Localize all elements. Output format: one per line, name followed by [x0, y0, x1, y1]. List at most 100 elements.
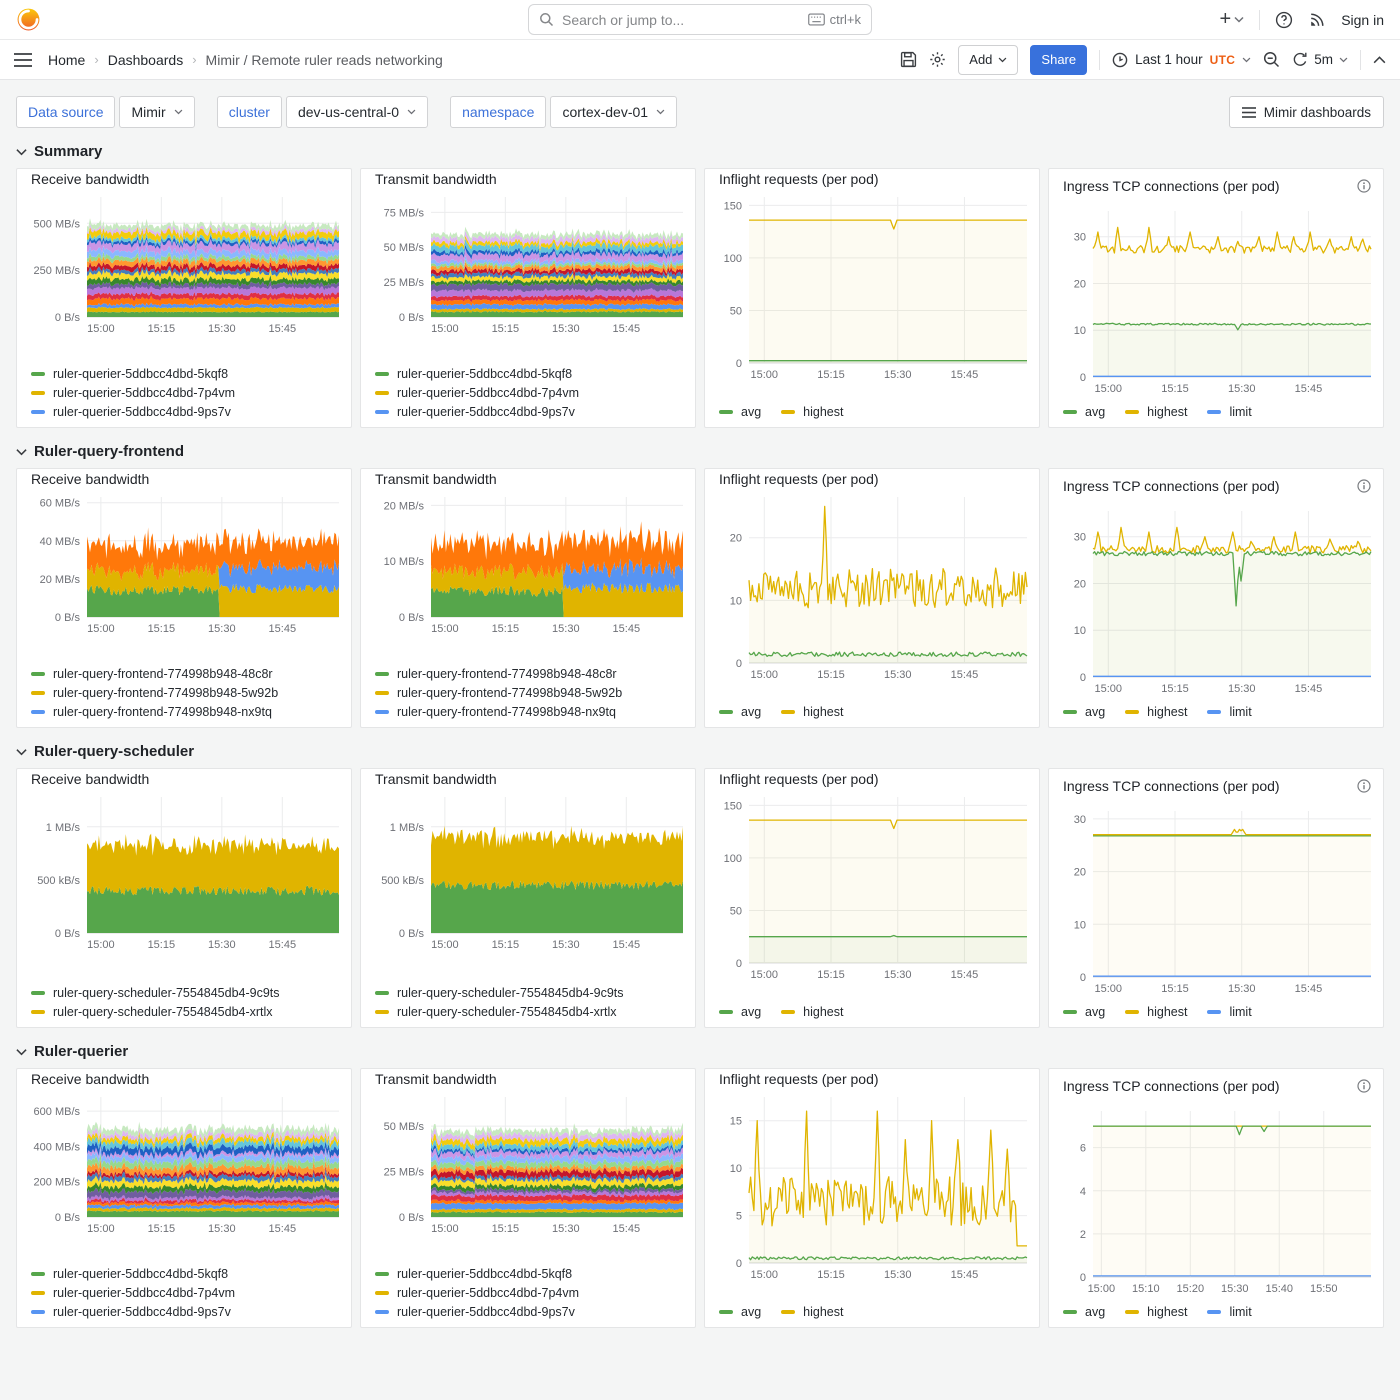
variable-value-dropdown[interactable]: Mimir [119, 96, 194, 128]
legend-item[interactable]: ruler-querier-5ddbcc4dbd-7p4vm [375, 1286, 681, 1300]
time-series-chart[interactable]: 0 B/s25 MB/s50 MB/s15:0015:1515:3015:45 [369, 1087, 689, 1237]
time-series-chart[interactable]: 024615:0015:1015:2015:3015:4015:50 [1057, 1101, 1377, 1297]
section-header-ruler-querier[interactable]: Ruler-querier [16, 1043, 1384, 1060]
legend-item[interactable]: limit [1207, 1305, 1251, 1319]
time-series-chart[interactable]: 010203015:0015:1515:3015:45 [1057, 801, 1377, 997]
breadcrumb-dashboards[interactable]: Dashboards [108, 52, 184, 68]
panel-title[interactable]: Transmit bandwidth [375, 171, 497, 187]
variable-label[interactable]: Data source [16, 96, 115, 128]
variable-value-dropdown[interactable]: dev-us-central-0 [286, 96, 428, 128]
legend-item[interactable]: ruler-querier-5ddbcc4dbd-9ps7v [31, 405, 337, 419]
time-series-chart[interactable]: 05101515:0015:1515:3015:45 [713, 1087, 1033, 1283]
time-series-chart[interactable]: 010203015:0015:1515:3015:45 [1057, 501, 1377, 697]
info-icon[interactable] [1357, 1079, 1371, 1093]
legend-item[interactable]: ruler-query-scheduler-7554845db4-xrtlx [375, 1005, 681, 1019]
time-series-chart[interactable]: 0 B/s250 MB/s500 MB/s15:0015:1515:3015:4… [25, 187, 345, 337]
legend-item[interactable]: avg [719, 405, 761, 419]
panel-title[interactable]: Inflight requests (per pod) [719, 171, 879, 187]
legend-item[interactable]: highest [1125, 405, 1187, 419]
time-series-chart[interactable]: 0 B/s200 MB/s400 MB/s600 MB/s15:0015:151… [25, 1087, 345, 1237]
legend-item[interactable]: ruler-query-frontend-774998b948-nx9tq [375, 705, 681, 719]
search-field[interactable] [562, 12, 800, 28]
time-range-picker[interactable]: Last 1 hour UTC [1112, 52, 1251, 68]
new-menu-button[interactable]: + [1220, 8, 1245, 31]
legend-item[interactable]: avg [1063, 405, 1105, 419]
variable-label[interactable]: cluster [217, 96, 282, 128]
legend-item[interactable]: ruler-querier-5ddbcc4dbd-5kqf8 [31, 367, 337, 381]
section-header-ruler-query-scheduler[interactable]: Ruler-query-scheduler [16, 743, 1384, 760]
save-dashboard-icon[interactable] [900, 51, 917, 68]
legend-item[interactable]: highest [781, 705, 843, 719]
legend-item[interactable]: ruler-querier-5ddbcc4dbd-7p4vm [31, 1286, 337, 1300]
help-icon[interactable] [1275, 11, 1293, 29]
legend-item[interactable]: highest [1125, 1305, 1187, 1319]
time-series-chart[interactable]: 0 B/s10 MB/s20 MB/s15:0015:1515:3015:45 [369, 487, 689, 637]
legend-item[interactable]: ruler-query-frontend-774998b948-48c8r [31, 667, 337, 681]
refresh-picker[interactable]: 5m [1292, 52, 1348, 68]
time-series-chart[interactable]: 0 B/s25 MB/s50 MB/s75 MB/s15:0015:1515:3… [369, 187, 689, 337]
legend-item[interactable]: ruler-query-scheduler-7554845db4-9c9ts [31, 986, 337, 1000]
legend-item[interactable]: highest [1125, 705, 1187, 719]
mega-menu-icon[interactable] [14, 53, 32, 67]
panel-title[interactable]: Inflight requests (per pod) [719, 771, 879, 787]
legend-item[interactable]: ruler-query-frontend-774998b948-48c8r [375, 667, 681, 681]
legend-item[interactable]: ruler-querier-5ddbcc4dbd-7p4vm [375, 386, 681, 400]
legend-item[interactable]: ruler-querier-5ddbcc4dbd-9ps7v [375, 1305, 681, 1319]
panel-title[interactable]: Inflight requests (per pod) [719, 471, 879, 487]
legend-item[interactable]: ruler-query-frontend-774998b948-5w92b [375, 686, 681, 700]
grafana-logo[interactable] [16, 7, 41, 32]
time-series-chart[interactable]: 0 B/s20 MB/s40 MB/s60 MB/s15:0015:1515:3… [25, 487, 345, 637]
section-header-summary[interactable]: Summary [16, 143, 1384, 160]
legend-item[interactable]: highest [781, 405, 843, 419]
news-icon[interactable] [1308, 11, 1326, 29]
collapse-toolbar-icon[interactable] [1373, 56, 1386, 64]
panel-title[interactable]: Receive bandwidth [31, 771, 149, 787]
panel-title[interactable]: Ingress TCP connections (per pod) [1063, 778, 1280, 794]
time-series-chart[interactable]: 0 B/s500 kB/s1 MB/s15:0015:1515:3015:45 [25, 787, 345, 953]
variable-label[interactable]: namespace [450, 96, 546, 128]
section-header-ruler-query-frontend[interactable]: Ruler-query-frontend [16, 443, 1384, 460]
panel-title[interactable]: Ingress TCP connections (per pod) [1063, 1078, 1280, 1094]
time-series-chart[interactable]: 05010015015:0015:1515:3015:45 [713, 187, 1033, 383]
legend-item[interactable]: avg [1063, 1005, 1105, 1019]
panel-title[interactable]: Receive bandwidth [31, 1071, 149, 1087]
info-icon[interactable] [1357, 179, 1371, 193]
panel-title[interactable]: Ingress TCP connections (per pod) [1063, 478, 1280, 494]
mimir-dashboards-button[interactable]: Mimir dashboards [1229, 96, 1384, 128]
legend-item[interactable]: ruler-querier-5ddbcc4dbd-5kqf8 [31, 1267, 337, 1281]
legend-item[interactable]: avg [719, 1005, 761, 1019]
sign-in-link[interactable]: Sign in [1341, 12, 1384, 28]
panel-title[interactable]: Ingress TCP connections (per pod) [1063, 178, 1280, 194]
time-series-chart[interactable]: 0102015:0015:1515:3015:45 [713, 487, 1033, 683]
legend-item[interactable]: avg [1063, 1305, 1105, 1319]
legend-item[interactable]: ruler-query-scheduler-7554845db4-xrtlx [31, 1005, 337, 1019]
legend-item[interactable]: ruler-query-frontend-774998b948-5w92b [31, 686, 337, 700]
zoom-out-time-icon[interactable] [1263, 51, 1280, 68]
panel-title[interactable]: Transmit bandwidth [375, 1071, 497, 1087]
time-series-chart[interactable]: 05010015015:0015:1515:3015:45 [713, 787, 1033, 983]
dashboard-settings-icon[interactable] [929, 51, 946, 68]
info-icon[interactable] [1357, 779, 1371, 793]
variable-value-dropdown[interactable]: cortex-dev-01 [550, 96, 677, 128]
panel-title[interactable]: Transmit bandwidth [375, 771, 497, 787]
legend-item[interactable]: ruler-query-scheduler-7554845db4-9c9ts [375, 986, 681, 1000]
legend-item[interactable]: highest [781, 1005, 843, 1019]
legend-item[interactable]: highest [781, 1305, 843, 1319]
search-input[interactable]: ctrl+k [528, 4, 872, 35]
legend-item[interactable]: ruler-querier-5ddbcc4dbd-9ps7v [31, 1305, 337, 1319]
panel-title[interactable]: Inflight requests (per pod) [719, 1071, 879, 1087]
legend-item[interactable]: limit [1207, 705, 1251, 719]
legend-item[interactable]: limit [1207, 405, 1251, 419]
legend-item[interactable]: ruler-querier-5ddbcc4dbd-5kqf8 [375, 1267, 681, 1281]
legend-item[interactable]: avg [1063, 705, 1105, 719]
legend-item[interactable]: limit [1207, 1005, 1251, 1019]
info-icon[interactable] [1357, 479, 1371, 493]
panel-title[interactable]: Receive bandwidth [31, 171, 149, 187]
legend-item[interactable]: ruler-querier-5ddbcc4dbd-7p4vm [31, 386, 337, 400]
time-series-chart[interactable]: 0 B/s500 kB/s1 MB/s15:0015:1515:3015:45 [369, 787, 689, 953]
breadcrumb-home[interactable]: Home [48, 52, 85, 68]
legend-item[interactable]: ruler-querier-5ddbcc4dbd-5kqf8 [375, 367, 681, 381]
legend-item[interactable]: ruler-query-frontend-774998b948-nx9tq [31, 705, 337, 719]
share-button[interactable]: Share [1030, 45, 1087, 75]
panel-title[interactable]: Receive bandwidth [31, 471, 149, 487]
